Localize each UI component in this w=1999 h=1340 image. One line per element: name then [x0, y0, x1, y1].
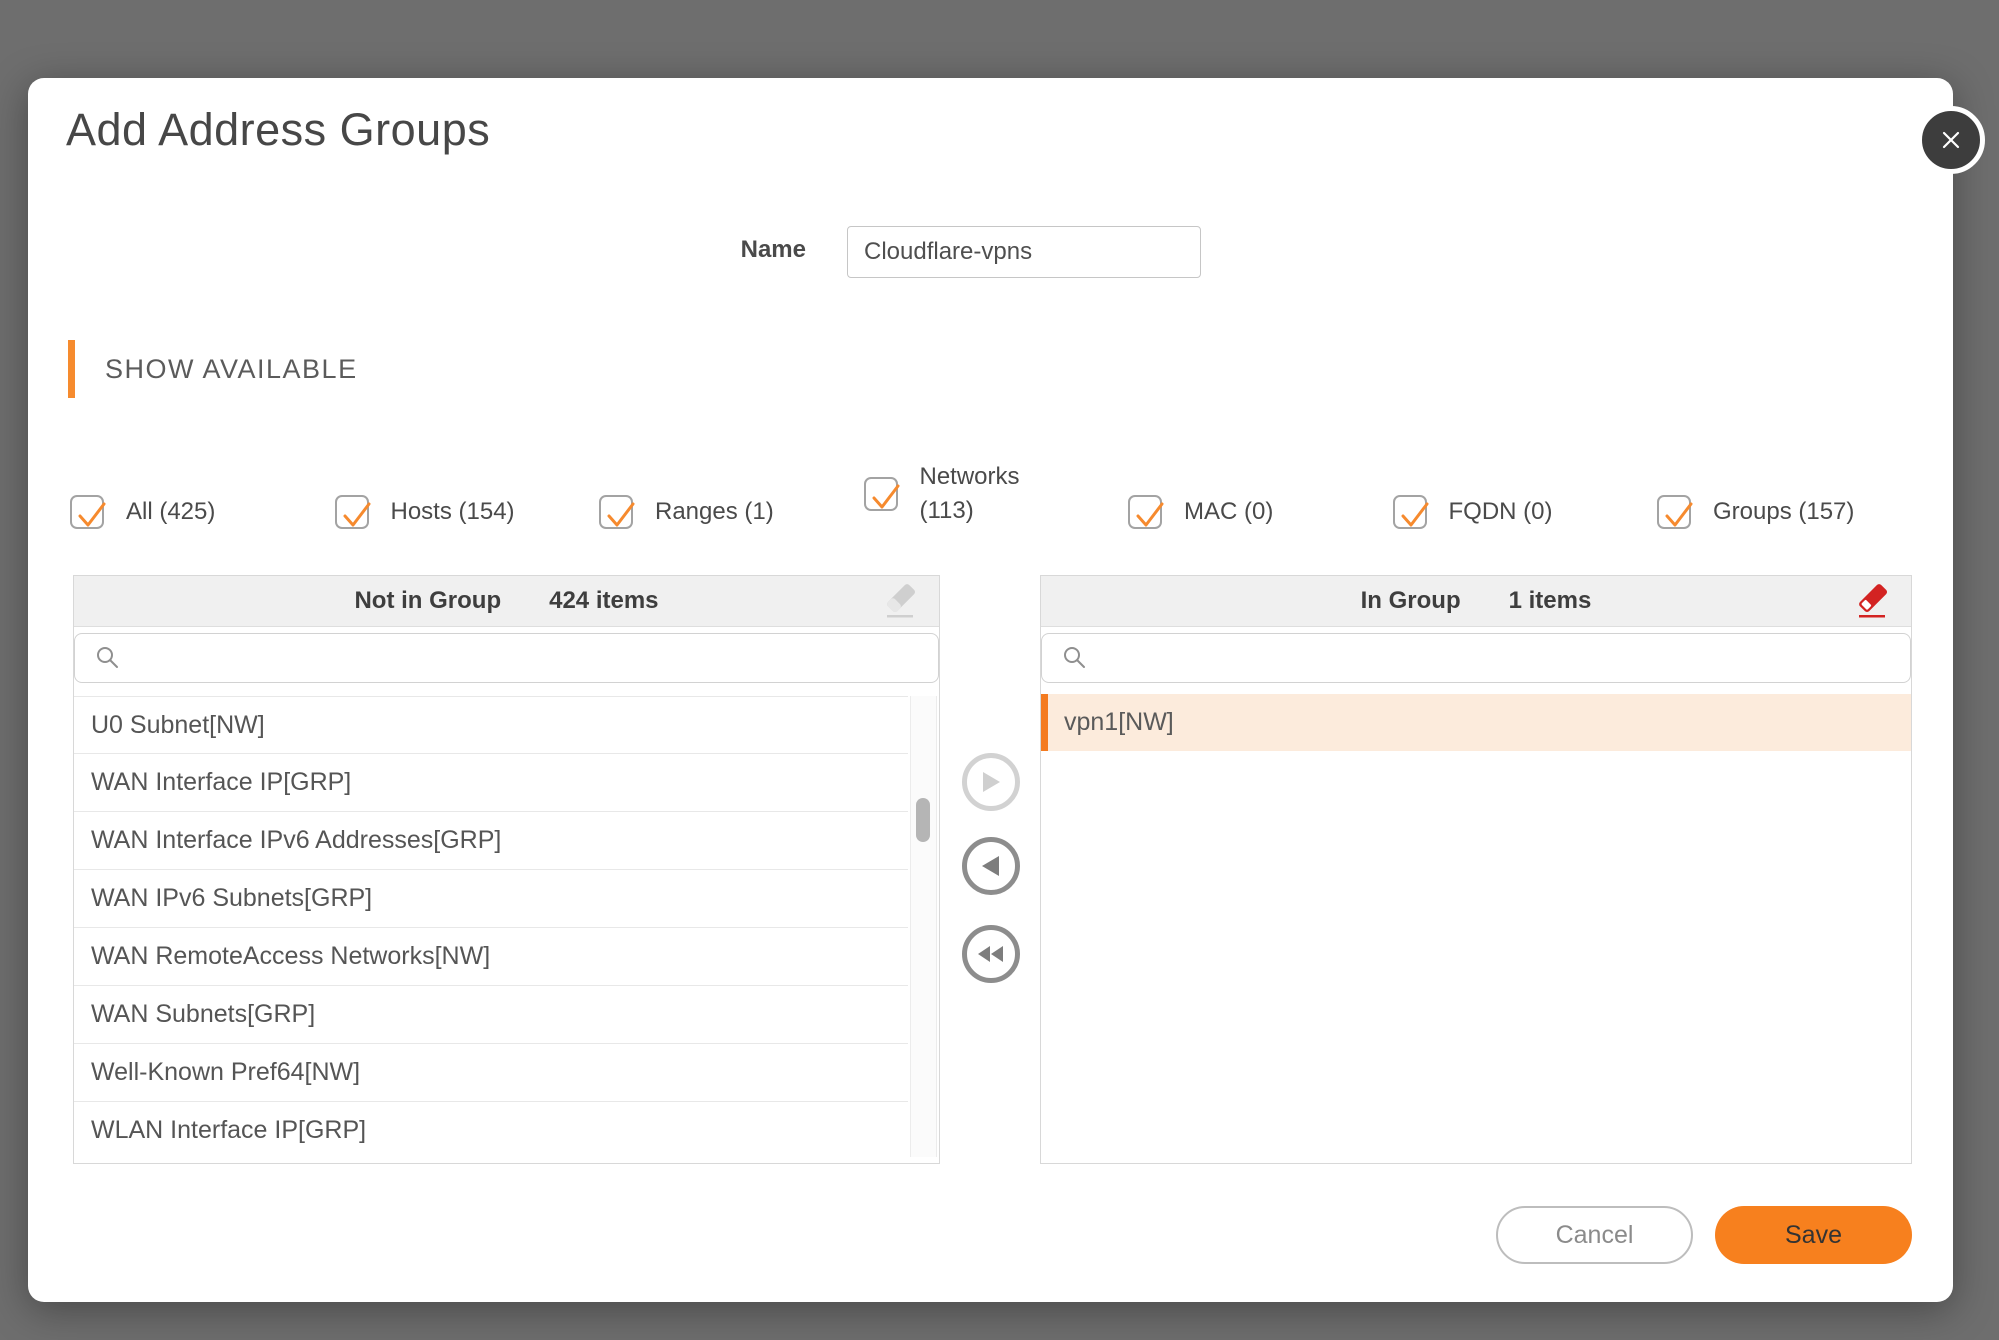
not-in-group-list: U0 Subnet[NW]WAN Interface IP[GRP]WAN In… [74, 696, 908, 1159]
list-item[interactable]: WLAN Interface IP[GRP] [74, 1102, 908, 1159]
checkbox-ranges[interactable] [599, 495, 633, 529]
section-accent-bar [68, 340, 75, 398]
remove-from-group-button[interactable] [962, 837, 1020, 895]
in-group-search-input[interactable] [1100, 637, 1910, 679]
checkbox-networks[interactable] [864, 477, 898, 511]
filter-mac[interactable]: MAC (0) [1128, 476, 1273, 548]
filter-label-ranges: Ranges (1) [655, 495, 774, 529]
in-group-panel: In Group 1 items [1040, 575, 1912, 1164]
filter-label-networks: Networks (113) [920, 460, 1025, 527]
not-in-group-header: Not in Group 424 items [74, 576, 939, 627]
list-item[interactable]: WAN RemoteAccess Networks[NW] [74, 928, 908, 986]
group-member-item[interactable]: vpn1[NW] [1041, 694, 1911, 751]
show-available-section: SHOW AVAILABLE [68, 340, 358, 398]
filter-label-mac: MAC (0) [1184, 495, 1273, 529]
remove-all-from-group-button[interactable] [962, 925, 1020, 983]
save-button[interactable]: Save [1715, 1206, 1912, 1264]
list-item[interactable]: Well-Known Pref64[NW] [74, 1044, 908, 1102]
in-group-header: In Group 1 items [1041, 576, 1911, 627]
filter-label-groups: Groups (157) [1713, 495, 1854, 529]
panel-title: Not in Group [354, 587, 501, 615]
list-item[interactable]: WAN Interface IP[GRP] [74, 754, 908, 812]
panel-count: 1 items [1509, 587, 1592, 615]
filter-hosts[interactable]: Hosts (154) [335, 476, 515, 548]
move-to-group-button[interactable] [962, 753, 1020, 811]
checkbox-hosts[interactable] [335, 495, 369, 529]
double-arrow-left-icon [976, 942, 1006, 966]
checkbox-fqdn[interactable] [1393, 495, 1427, 529]
arrow-right-icon [980, 770, 1002, 794]
dialog-title: Add Address Groups [66, 104, 490, 156]
close-button[interactable] [1917, 106, 1985, 174]
not-in-group-search-input[interactable] [133, 637, 938, 679]
filter-groups[interactable]: Groups (157) [1657, 476, 1854, 548]
section-label: SHOW AVAILABLE [105, 354, 358, 385]
list-item[interactable]: WAN IPv6 Subnets[GRP] [74, 870, 908, 928]
in-group-list: vpn1[NW] [1041, 694, 1911, 1159]
filter-label-fqdn: FQDN (0) [1449, 495, 1553, 529]
filter-label-all: All (425) [126, 495, 215, 529]
name-input[interactable] [847, 226, 1201, 278]
name-label: Name [706, 236, 806, 264]
checkbox-mac[interactable] [1128, 495, 1162, 529]
not-in-group-panel: Not in Group 424 items [73, 575, 940, 1164]
filter-ranges[interactable]: Ranges (1) [599, 476, 774, 548]
checkbox-groups[interactable] [1657, 495, 1691, 529]
filter-label-hosts: Hosts (154) [391, 495, 515, 529]
screen: Add Address Groups Name SHOW AVAILABLE A… [0, 0, 1999, 1340]
close-icon [1936, 125, 1966, 155]
eraser-icon-red [1853, 582, 1891, 622]
scrollbar-thumb[interactable] [916, 798, 930, 842]
panel-count: 424 items [549, 587, 658, 615]
search-icon [95, 645, 121, 671]
list-item[interactable]: WAN Interface IPv6 Addresses[GRP] [74, 812, 908, 870]
search-icon [1062, 645, 1088, 671]
in-group-search [1041, 633, 1911, 683]
left-list-scrollbar[interactable] [910, 696, 937, 1157]
panel-title: In Group [1361, 587, 1461, 615]
filter-networks[interactable]: Networks (113) [864, 458, 1025, 530]
list-item[interactable]: WAN Subnets[GRP] [74, 986, 908, 1044]
not-in-group-search [74, 633, 939, 683]
clear-group-button[interactable] [1853, 582, 1891, 622]
filter-all[interactable]: All (425) [70, 476, 215, 548]
clear-left-selection-button[interactable] [881, 582, 919, 622]
arrow-left-icon [980, 854, 1002, 878]
list-item[interactable]: U0 Subnet[NW] [74, 696, 908, 754]
checkbox-all[interactable] [70, 495, 104, 529]
cancel-button[interactable]: Cancel [1496, 1206, 1693, 1264]
filter-fqdn[interactable]: FQDN (0) [1393, 476, 1553, 548]
eraser-icon [881, 582, 919, 622]
